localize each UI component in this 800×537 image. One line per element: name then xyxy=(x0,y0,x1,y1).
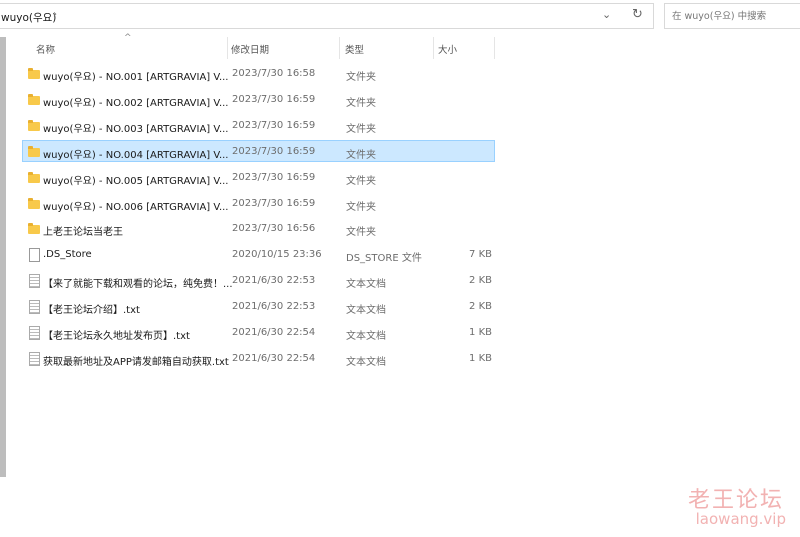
file-name: 【来了就能下载和观看的论坛，纯免费！... xyxy=(43,279,233,291)
folder-icon xyxy=(28,119,40,131)
refresh-icon[interactable]: ↻ xyxy=(632,7,643,22)
file-size: 2 KB xyxy=(469,301,492,313)
file-name: .DS_Store xyxy=(43,249,92,261)
file-row[interactable]: .DS_Store 2020/10/15 23:36 DS_STORE 文件 7… xyxy=(22,243,495,265)
file-type: 文本文档 xyxy=(346,356,386,368)
scrollbar[interactable] xyxy=(0,37,6,477)
file-type: 文件夹 xyxy=(346,97,376,109)
folder-icon xyxy=(28,93,40,105)
file-row[interactable]: 【老王论坛介绍】.txt 2021/6/30 22:53 文本文档 2 KB xyxy=(22,295,495,317)
breadcrumb-separator[interactable]: › xyxy=(53,9,57,20)
file-row[interactable]: 上老王论坛当老王 2023/7/30 16:56 文件夹 xyxy=(22,217,495,239)
file-date: 2021/6/30 22:53 xyxy=(232,275,316,287)
file-date: 2021/6/30 22:53 xyxy=(232,301,316,313)
file-date: 2023/7/30 16:58 xyxy=(232,68,316,79)
file-name: wuyo(우요) - NO.001 [ARTGRAVIA] V... xyxy=(43,72,229,83)
file-row[interactable]: 获取最新地址及APP请发邮箱自动获取.txt 2021/6/30 22:54 文… xyxy=(22,347,495,369)
file-size: 1 KB xyxy=(469,352,492,364)
file-row[interactable]: 【来了就能下载和观看的论坛，纯免费！... 2021/6/30 22:53 文本… xyxy=(22,269,495,291)
file-name: 【老王论坛介绍】.txt xyxy=(43,305,140,317)
file-date: 2023/7/30 16:56 xyxy=(232,223,316,235)
file-type: 文件夹 xyxy=(346,72,376,83)
column-header-date[interactable]: 修改日期 xyxy=(228,37,338,59)
file-row[interactable]: wuyo(우요) - NO.005 [ARTGRAVIA] V... 2023/… xyxy=(22,166,495,188)
column-header-name[interactable]: 名称 xyxy=(22,37,227,59)
txt-icon xyxy=(29,326,40,340)
file-date: 2023/7/30 16:59 xyxy=(232,145,316,157)
file-date: 2023/7/30 16:59 xyxy=(232,171,316,183)
file-type: 文件夹 xyxy=(346,201,376,213)
file-row[interactable]: wuyo(우요) - NO.006 [ARTGRAVIA] V... 2023/… xyxy=(22,192,495,214)
file-type: 文本文档 xyxy=(346,305,386,317)
file-name: 上老王论坛当老王 xyxy=(43,227,123,239)
column-label: 修改日期 xyxy=(231,45,270,56)
file-name: wuyo(우요) - NO.003 [ARTGRAVIA] V... xyxy=(43,123,229,135)
file-date: 2023/7/30 16:59 xyxy=(232,93,316,105)
file-date: 2021/6/30 22:54 xyxy=(232,327,316,338)
file-row[interactable]: wuyo(우요) - NO.004 [ARTGRAVIA] V... 2023/… xyxy=(22,139,495,162)
file-date: 2021/6/30 22:54 xyxy=(232,352,316,364)
file-size: 7 KB xyxy=(469,249,492,261)
column-label: 名称 xyxy=(36,45,56,56)
file-name: wuyo(우요) - NO.004 [ARTGRAVIA] V... xyxy=(43,149,229,161)
file-type: 文件夹 xyxy=(346,123,376,135)
search-input[interactable] xyxy=(670,10,800,23)
folder-icon xyxy=(28,145,40,157)
file-type: DS_STORE 文件 xyxy=(346,253,422,265)
file-date: 2023/7/30 16:59 xyxy=(232,119,316,131)
file-date: 2023/7/30 16:59 xyxy=(232,197,316,209)
address-bar[interactable]: wuyo(우요) › ⌄ ↻ xyxy=(0,3,654,29)
chevron-down-icon[interactable]: ⌄ xyxy=(602,8,611,21)
column-header-size[interactable]: 大小 xyxy=(434,37,494,59)
file-name: wuyo(우요) - NO.006 [ARTGRAVIA] V... xyxy=(43,201,229,213)
file-type: 文件夹 xyxy=(346,227,376,239)
folder-icon xyxy=(28,68,40,79)
file-row[interactable]: 【老王论坛永久地址发布页】.txt 2021/6/30 22:54 文本文档 1… xyxy=(22,321,495,343)
file-size: 1 KB xyxy=(469,327,492,338)
file-row[interactable]: wuyo(우요) - NO.002 [ARTGRAVIA] V... 2023/… xyxy=(22,88,495,110)
folder-icon xyxy=(28,171,40,183)
file-name: wuyo(우요) - NO.002 [ARTGRAVIA] V... xyxy=(43,97,229,109)
column-header-type[interactable]: 类型 xyxy=(340,37,432,59)
txt-icon xyxy=(29,351,40,366)
search-box[interactable] xyxy=(664,3,800,29)
breadcrumb-folder[interactable]: wuyo(우요) xyxy=(1,10,56,25)
file-type: 文本文档 xyxy=(346,279,386,291)
watermark-url: laowang.vip xyxy=(695,510,786,528)
column-label: 类型 xyxy=(345,45,365,56)
column-divider[interactable] xyxy=(494,37,495,59)
file-type: 文本文档 xyxy=(346,331,386,342)
folder-icon xyxy=(28,197,40,209)
file-name: wuyo(우요) - NO.005 [ARTGRAVIA] V... xyxy=(43,175,229,187)
file-row[interactable]: wuyo(우요) - NO.001 [ARTGRAVIA] V... 2023/… xyxy=(22,62,495,84)
folder-icon xyxy=(28,223,40,235)
file-icon xyxy=(29,248,40,263)
file-type: 文件夹 xyxy=(346,149,376,161)
txt-icon xyxy=(29,274,40,289)
file-name: 获取最新地址及APP请发邮箱自动获取.txt xyxy=(43,356,229,368)
file-name: 【老王论坛永久地址发布页】.txt xyxy=(43,331,190,342)
column-label: 大小 xyxy=(438,45,458,56)
txt-icon xyxy=(29,300,40,315)
file-row[interactable]: wuyo(우요) - NO.003 [ARTGRAVIA] V... 2023/… xyxy=(22,114,495,136)
file-date: 2020/10/15 23:36 xyxy=(232,249,322,261)
file-size: 2 KB xyxy=(469,275,492,287)
file-type: 文件夹 xyxy=(346,175,376,187)
